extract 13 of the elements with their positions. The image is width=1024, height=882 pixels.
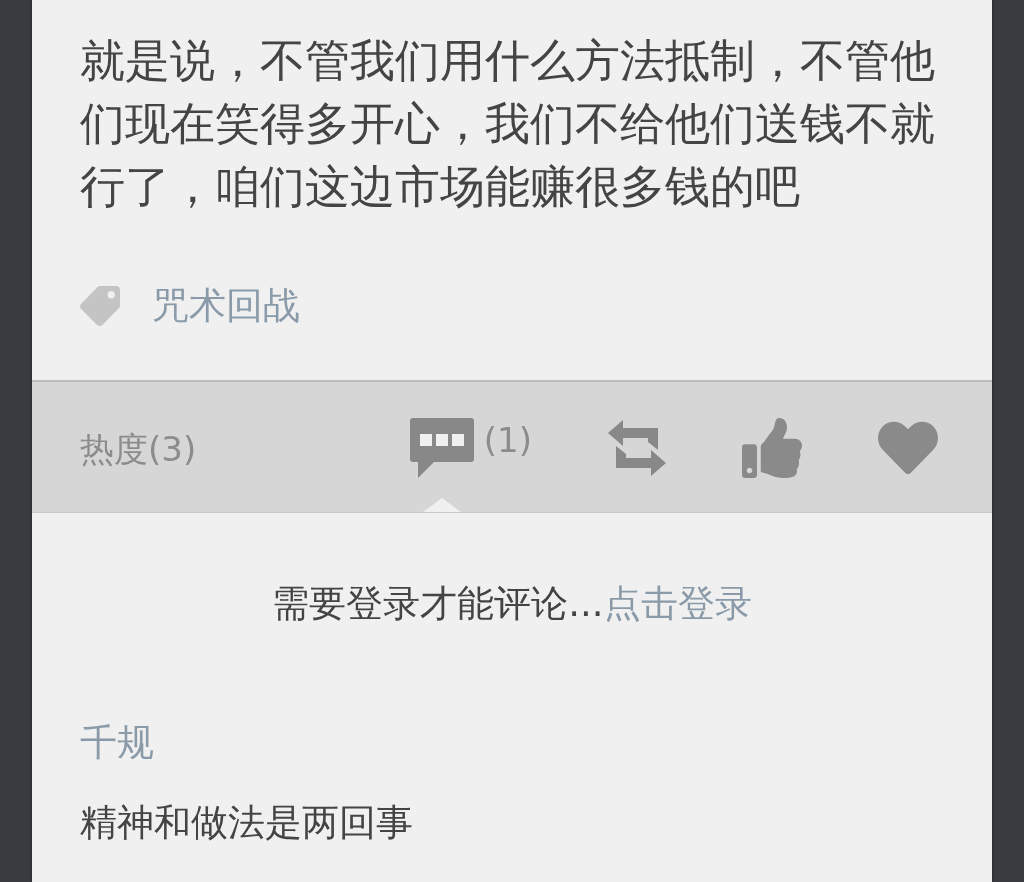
selection-pointer-icon [422, 498, 461, 512]
tag-icon [80, 286, 120, 326]
thumbs-up-icon [742, 418, 802, 478]
comment-author[interactable]: 千规 [80, 718, 154, 768]
comment-text: 精神和做法是两回事 [80, 800, 413, 846]
login-prompt-text: 需要登录才能评论... [272, 581, 604, 627]
speech-bubble-icon [409, 418, 474, 478]
login-link[interactable]: 点击登录 [603, 579, 752, 629]
tag-link[interactable]: 咒术回战 [152, 281, 300, 331]
heat-count: 热度(3) [80, 428, 198, 471]
post-text: 就是说，不管我们用什么方法抵制，不管他们现在笑得多开心，我们不给他们送钱不就行了，咱们这边市场能赚很多钱的吧 [80, 34, 936, 214]
repost-arrows-icon [608, 418, 666, 478]
comment-button[interactable]: (1) [409, 382, 532, 512]
